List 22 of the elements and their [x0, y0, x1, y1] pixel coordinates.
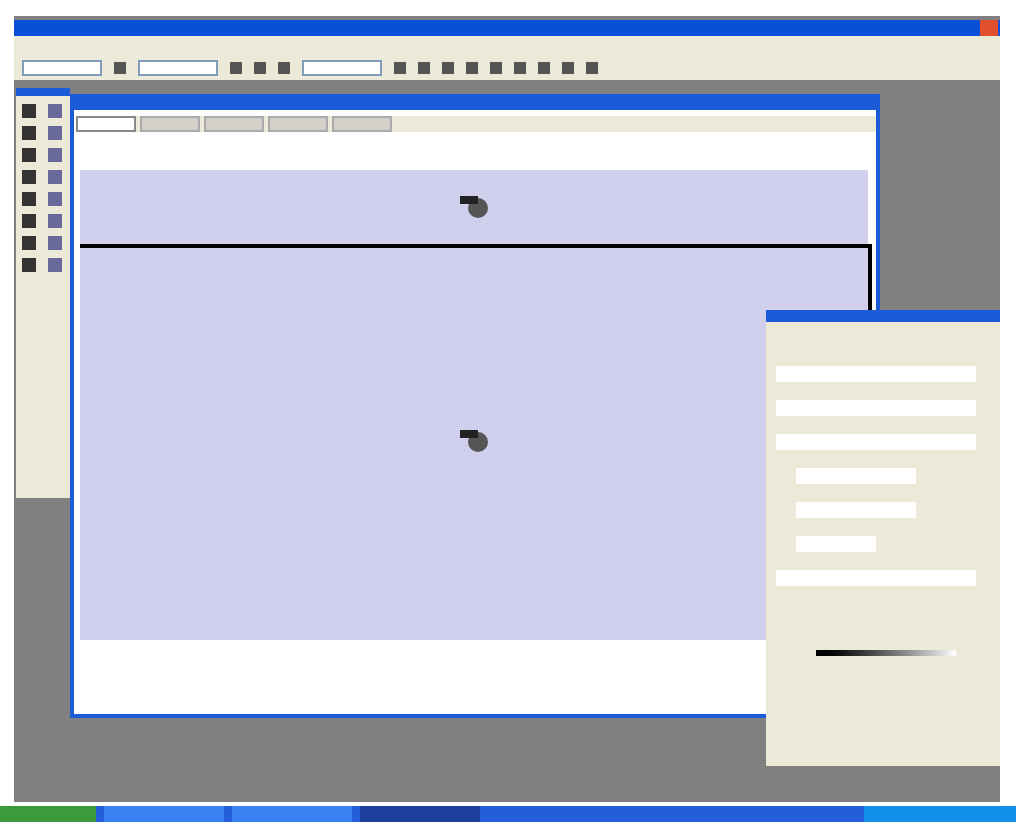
input-field[interactable] [776, 400, 976, 416]
input-field[interactable] [776, 366, 976, 382]
input-field[interactable] [22, 60, 102, 76]
taskbar-button[interactable] [360, 806, 480, 822]
input-field[interactable] [796, 502, 916, 518]
toolbar-icon[interactable] [114, 62, 126, 74]
input-field[interactable] [796, 468, 916, 484]
input-field[interactable] [776, 570, 976, 586]
input-field[interactable] [796, 536, 876, 552]
input-field[interactable] [138, 60, 218, 76]
document-tab[interactable] [204, 116, 264, 132]
close-button[interactable] [980, 20, 998, 36]
start-button[interactable] [0, 806, 96, 822]
document-tab[interactable] [268, 116, 328, 132]
gradient-bar [816, 650, 956, 656]
document-tab[interactable] [140, 116, 200, 132]
taskbar-button[interactable] [104, 806, 224, 822]
input-field[interactable] [776, 434, 976, 450]
document-tab[interactable] [332, 116, 392, 132]
taskbar-button[interactable] [232, 806, 352, 822]
document-tab[interactable] [76, 116, 136, 132]
input-field[interactable] [302, 60, 382, 76]
